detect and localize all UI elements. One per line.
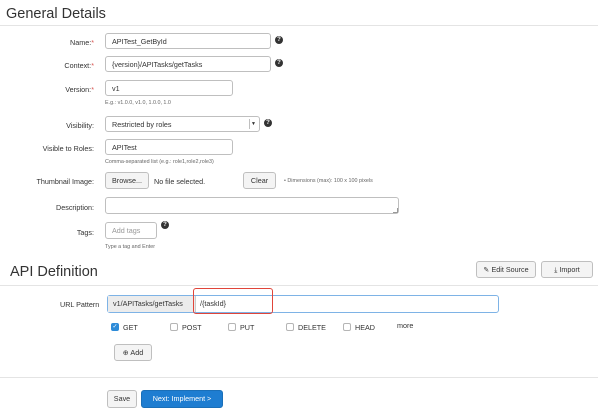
save-button[interactable]: Save <box>107 390 137 408</box>
more-link[interactable]: more <box>397 321 413 330</box>
tags-input[interactable]: Add tags <box>105 222 157 239</box>
url-pattern-input[interactable]: /{taskId} <box>200 296 260 312</box>
head-label: HEAD <box>355 323 375 332</box>
get-checkbox[interactable]: ✓ <box>111 323 119 331</box>
visibility-value: Restricted by roles <box>112 120 172 129</box>
roles-label: Visible to Roles: <box>42 144 94 153</box>
post-checkbox[interactable] <box>170 323 178 331</box>
help-icon[interactable]: ? <box>161 221 169 229</box>
help-icon[interactable]: ? <box>264 119 272 127</box>
visibility-select[interactable]: Restricted by roles ▼ <box>105 116 260 132</box>
divider <box>0 377 598 378</box>
version-label: Version:* <box>65 85 94 94</box>
put-label: PUT <box>240 323 255 332</box>
add-button[interactable]: ⊕ Add <box>114 344 152 361</box>
help-icon[interactable]: ? <box>275 36 283 44</box>
divider <box>0 285 598 286</box>
name-input[interactable]: APITest_GetById <box>105 33 271 49</box>
post-label: POST <box>182 323 202 332</box>
api-definition-heading: API Definition <box>10 264 98 280</box>
context-label: Context:* <box>64 61 94 70</box>
head-checkbox[interactable] <box>343 323 351 331</box>
visibility-label: Visibility: <box>66 121 94 130</box>
version-hint: E.g.: v1.0.0, v1.0, 1.0.0, 1.0 <box>105 100 171 106</box>
thumbnail-hint: • Dimensions (max): 100 x 100 pixels <box>284 178 373 184</box>
import-button[interactable]: ⤓ Import <box>541 261 593 278</box>
url-prefix: v1/APITasks/getTasks <box>108 296 196 312</box>
context-input[interactable]: {version}/APITasks/getTasks <box>105 56 271 72</box>
clear-button[interactable]: Clear <box>243 172 276 189</box>
get-label: GET <box>123 323 138 332</box>
next-implement-button[interactable]: Next: Implement > <box>141 390 223 408</box>
browse-button[interactable]: Browse... <box>105 172 149 189</box>
description-label: Description: <box>56 203 94 212</box>
general-details-heading: General Details <box>6 6 106 22</box>
delete-label: DELETE <box>298 323 326 332</box>
roles-hint: Comma-separated list (e.g.: role1,role2,… <box>105 159 214 165</box>
delete-checkbox[interactable] <box>286 323 294 331</box>
thumbnail-label: Thumbnail Image: <box>36 177 94 186</box>
help-icon[interactable]: ? <box>275 59 283 67</box>
version-input[interactable]: v1 <box>105 80 233 96</box>
url-pattern-label: URL Pattern <box>60 300 100 309</box>
resize-handle[interactable] <box>393 208 398 213</box>
tags-label: Tags: <box>76 228 94 237</box>
divider <box>0 25 598 26</box>
tags-hint: Type a tag and Enter <box>105 244 156 250</box>
chevron-down-icon: ▼ <box>249 119 257 129</box>
description-textarea[interactable] <box>105 197 399 214</box>
edit-source-button[interactable]: ✎ Edit Source <box>476 261 536 278</box>
file-status: No file selected. <box>154 177 206 186</box>
name-label: Name:* <box>70 38 94 47</box>
put-checkbox[interactable] <box>228 323 236 331</box>
roles-input[interactable]: APITest <box>105 139 233 155</box>
